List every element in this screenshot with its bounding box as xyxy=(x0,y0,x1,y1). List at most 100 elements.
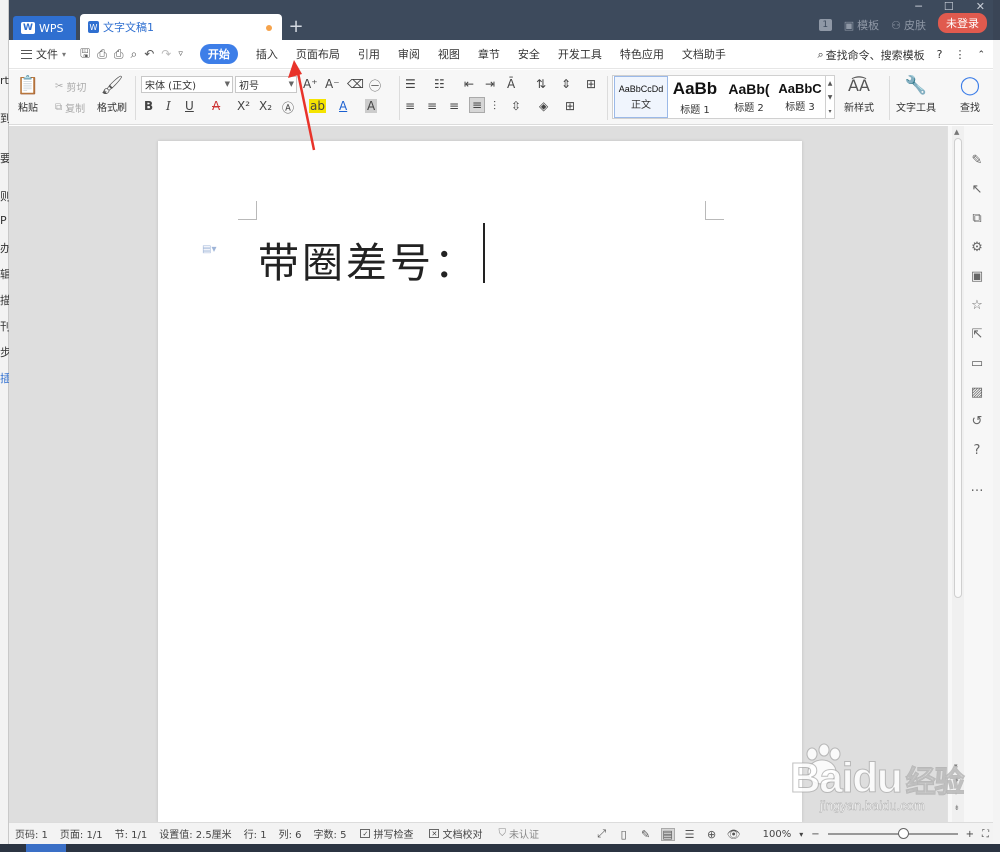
chevron-down-icon[interactable]: ▼ xyxy=(828,94,833,101)
style-heading-3[interactable]: AaBbC 标题 3 xyxy=(773,76,827,118)
zoom-slider[interactable] xyxy=(827,828,958,839)
status-line[interactable]: 行: 1 xyxy=(238,826,273,841)
tab-doc-assistant[interactable]: 文档助手 xyxy=(673,40,735,69)
style-heading-1[interactable]: AaBb 标题 1 xyxy=(668,76,722,118)
eye-protect-icon[interactable]: 👁 xyxy=(727,828,741,841)
document-tab[interactable]: W 文字文稿1 xyxy=(80,14,282,40)
align-left-icon[interactable]: ≡ xyxy=(405,99,415,113)
text-direction-icon[interactable]: Ā xyxy=(507,77,515,91)
doc-proof-button[interactable]: ✕ 文档校对 xyxy=(421,826,490,841)
more-button[interactable]: ⋮ xyxy=(954,48,965,61)
decrease-indent-icon[interactable]: ⇤ xyxy=(464,77,474,91)
zoom-slider-knob[interactable] xyxy=(897,828,909,839)
status-pages[interactable]: 页面: 1/1 xyxy=(54,826,109,841)
status-column[interactable]: 列: 6 xyxy=(273,826,308,841)
justify-icon[interactable]: ≡ xyxy=(469,97,486,113)
shapes-icon[interactable]: ⧉ xyxy=(968,210,986,227)
scrollbar-thumb[interactable] xyxy=(954,138,962,598)
spell-check-button[interactable]: ✓ 拼写检查 xyxy=(352,826,421,841)
chevron-up-icon[interactable]: ▲ xyxy=(828,80,833,87)
image-icon[interactable]: ▨ xyxy=(968,384,986,401)
page-view-icon[interactable]: ▤ xyxy=(660,827,675,841)
numbered-list-icon[interactable]: ☷ xyxy=(434,77,445,91)
document-page[interactable]: ▤▾ 带圈差号： xyxy=(158,141,802,822)
pen-icon[interactable]: ✎ xyxy=(968,152,986,169)
tab-special[interactable]: 特色应用 xyxy=(611,40,673,69)
maximize-button[interactable]: ☐ xyxy=(944,0,954,13)
align-right-icon[interactable]: ≡ xyxy=(449,99,459,113)
print-preview-icon[interactable]: ⌕ xyxy=(130,47,137,62)
font-color-icon[interactable]: A xyxy=(339,99,347,113)
redo-icon[interactable]: ↷ xyxy=(161,47,171,61)
text-effect-icon[interactable]: Ⓐ xyxy=(282,99,294,116)
tab-insert[interactable]: 插入 xyxy=(247,40,287,69)
paragraph-spacing-icon[interactable]: ⇳ xyxy=(511,99,521,113)
new-tab-button[interactable]: + xyxy=(285,14,307,38)
select-cursor-icon[interactable]: ↖ xyxy=(968,181,986,198)
paste-button[interactable]: 📋 粘贴 xyxy=(17,74,39,115)
tab-start[interactable]: 开始 xyxy=(191,40,247,69)
command-search[interactable]: ⌕ 查找命令、搜索模板 xyxy=(817,47,924,63)
borders-icon[interactable]: ⊞ xyxy=(565,99,575,113)
align-center-icon[interactable]: ≡ xyxy=(427,99,437,113)
read-mode-icon[interactable]: ▯ xyxy=(617,828,631,841)
tab-review[interactable]: 审阅 xyxy=(389,40,429,69)
certify-button[interactable]: ⛉ 未认证 xyxy=(490,826,547,841)
shading-icon[interactable]: ◈ xyxy=(539,99,548,113)
customize-icon[interactable]: ▿ xyxy=(178,49,183,59)
wps-home-tab[interactable]: W WPS xyxy=(13,16,76,40)
library-icon[interactable]: ▣ xyxy=(968,268,986,285)
new-style-button[interactable]: A͡A 新样式 xyxy=(844,74,874,115)
status-section[interactable]: 节: 1/1 xyxy=(109,826,154,841)
style-gallery-scroll[interactable]: ▲ ▼ ▾ xyxy=(825,76,834,118)
undo-icon[interactable]: ↶ xyxy=(144,47,154,61)
expand-icon[interactable]: ▾ xyxy=(828,108,831,115)
table-border-icon[interactable]: ⊞ xyxy=(586,77,596,91)
sort-icon[interactable]: ⇅ xyxy=(536,77,546,91)
fit-window-icon[interactable]: ⛶ xyxy=(982,829,989,840)
increase-indent-icon[interactable]: ⇥ xyxy=(485,77,495,91)
more-icon[interactable]: … xyxy=(968,479,986,496)
fullscreen-icon[interactable]: ⤢ xyxy=(595,827,609,841)
zoom-in-button[interactable]: + xyxy=(966,829,974,840)
distributed-icon[interactable]: ⫶ xyxy=(493,99,496,114)
shrink-font-icon[interactable]: A⁻ xyxy=(325,77,340,91)
status-position[interactable]: 设置值: 2.5厘米 xyxy=(153,826,237,841)
underline-icon[interactable]: U xyxy=(185,99,194,113)
settings-sliders-icon[interactable]: ⚙ xyxy=(968,239,986,256)
subscript-icon[interactable]: X₂ xyxy=(259,99,272,113)
zoom-out-button[interactable]: − xyxy=(811,829,819,840)
find-button[interactable]: ◯ 查找 xyxy=(959,74,981,115)
star-icon[interactable]: ☆ xyxy=(968,297,986,314)
file-menu[interactable]: 文件 ▾ xyxy=(9,46,72,62)
highlight-icon[interactable]: ab xyxy=(309,99,326,113)
window-count-badge[interactable]: 1 xyxy=(818,19,832,31)
superscript-icon[interactable]: X² xyxy=(237,99,250,113)
cut-button[interactable]: ✂ 剪切 xyxy=(55,79,86,94)
status-word-count[interactable]: 字数: 5 xyxy=(308,826,353,841)
tab-chapter[interactable]: 章节 xyxy=(469,40,509,69)
zoom-dropdown-icon[interactable]: ▾ xyxy=(799,830,803,839)
text-tools-button[interactable]: 🔧 文字工具 xyxy=(896,74,936,115)
bold-icon[interactable]: B xyxy=(144,99,153,113)
bullet-list-icon[interactable]: ☰ xyxy=(405,77,416,91)
strikethrough-icon[interactable]: A xyxy=(212,99,220,113)
line-spacing-icon[interactable]: ⇕ xyxy=(561,77,571,91)
help-button[interactable]: ? xyxy=(937,48,943,61)
skin-button[interactable]: ⚇ 皮肤 xyxy=(891,17,926,33)
web-view-icon[interactable]: ⊕ xyxy=(705,828,719,841)
history-icon[interactable]: ↺ xyxy=(968,413,986,430)
help-icon[interactable]: ? xyxy=(968,442,986,459)
collapse-ribbon-icon[interactable]: ⌃ xyxy=(977,50,985,60)
login-button[interactable]: 未登录 xyxy=(938,13,987,33)
write-mode-icon[interactable]: ✎ xyxy=(639,828,653,841)
template-button[interactable]: ▣ 模板 xyxy=(844,17,879,33)
font-size-select[interactable]: 初号 ▼ xyxy=(235,76,297,93)
share-icon[interactable]: ⇱ xyxy=(968,326,986,343)
vertical-scrollbar[interactable]: ▲ ▾ ⇞ ◦ ⇟ xyxy=(952,126,964,822)
style-normal[interactable]: AaBbCcDd 正文 xyxy=(614,76,668,118)
tab-security[interactable]: 安全 xyxy=(509,40,549,69)
format-painter-button[interactable]: 🖌 格式刷 xyxy=(97,74,127,115)
close-button[interactable]: ✕ xyxy=(976,0,985,13)
char-shading-icon[interactable]: A xyxy=(365,99,378,113)
